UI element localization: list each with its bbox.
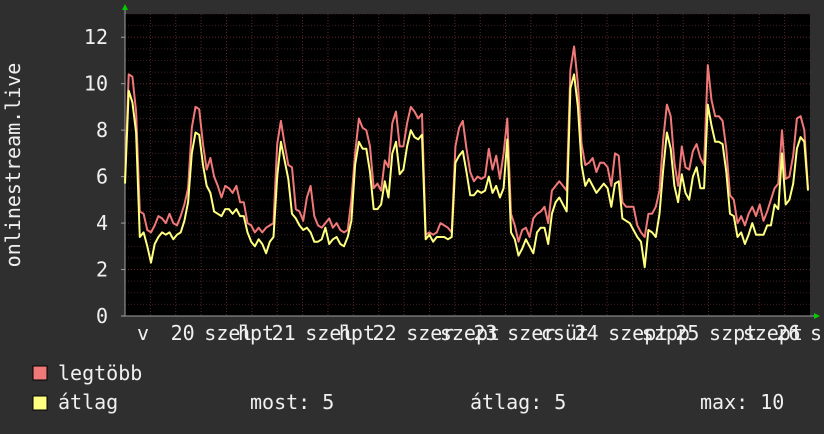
- y-axis-label: onlinestream.live: [1, 63, 25, 268]
- chart-svg: 024681012v 20 szelhpt21 szelhpt22 szerszept2…: [1, 4, 824, 414]
- y-tick-label: 0: [96, 304, 108, 328]
- legend-label-max: legtöbb: [58, 361, 142, 385]
- x-tick-label: hpt: [339, 321, 375, 345]
- y-tick-label: 10: [84, 72, 108, 96]
- y-tick-label: 8: [96, 118, 108, 142]
- x-tick-label: 24: [574, 321, 598, 345]
- legend-swatch-avg: [32, 395, 48, 411]
- y-tick-label: 2: [96, 258, 108, 282]
- x-tick-label: 21: [272, 321, 296, 345]
- x-tick-label: 20: [171, 321, 195, 345]
- y-tick-label: 12: [84, 25, 108, 49]
- stat-current: most: 5: [250, 390, 334, 414]
- y-tick-label: 6: [96, 165, 108, 189]
- x-tick-label: v: [137, 321, 149, 345]
- x-tick-label: 23: [474, 321, 498, 345]
- legend-swatch-max: [32, 365, 48, 381]
- chart-root: 0 2 4 6 8 10 12 v 20 szel hpt 21 szel hpt 22 szer szept 2…: [0, 0, 824, 430]
- legend-label-avg: átlag: [58, 390, 118, 414]
- stat-average: átlag: 5: [470, 390, 566, 414]
- x-tick-label: hpt: [238, 321, 274, 345]
- x-axis-arrow: [814, 313, 820, 319]
- y-axis-arrow: [122, 4, 128, 10]
- x-tick-label: 22: [373, 321, 397, 345]
- stat-maximum: max: 10: [700, 390, 784, 414]
- x-tick-label: 26: [776, 321, 800, 345]
- y-tick-label: 4: [96, 211, 108, 235]
- x-tick-label: 25: [675, 321, 699, 345]
- x-tick-label: sz: [810, 321, 824, 345]
- stats: most: 5 átlag: 5 max: 10: [250, 390, 784, 414]
- legend: legtöbb átlag: [32, 361, 142, 414]
